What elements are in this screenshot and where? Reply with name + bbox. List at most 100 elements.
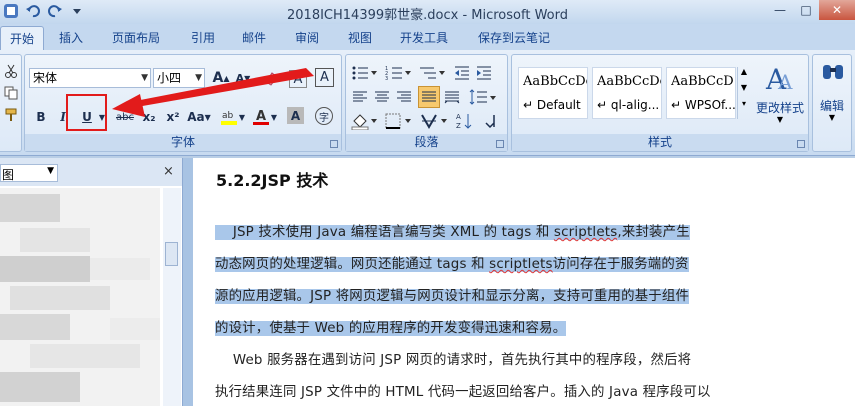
change-styles-button[interactable]: A A 更改样式 ▼ (752, 59, 808, 131)
grow-font-label: A (212, 70, 224, 86)
edit-label: 编辑 (819, 99, 844, 113)
shrink-font-label: A (235, 71, 245, 85)
nav-header: 图 ▼ × (0, 158, 182, 186)
maximize-icon[interactable]: □ (793, 0, 819, 20)
format-painter-icon[interactable] (1, 105, 21, 125)
bold-button[interactable]: B (31, 107, 51, 127)
paragraph-dialog-launcher-icon[interactable] (496, 140, 504, 148)
chevron-down-icon: ▼ (195, 73, 202, 83)
character-shading-button[interactable]: A (287, 107, 304, 124)
change-styles-label: 更改样式 (755, 101, 804, 115)
font-name-dropdown[interactable]: 宋体 ▼ (29, 68, 151, 88)
clear-format-icon[interactable] (261, 68, 281, 88)
bullets-icon[interactable] (350, 63, 378, 83)
phonetic-guide-button[interactable]: A (289, 70, 307, 88)
tab-insert[interactable]: 插入 (59, 29, 83, 46)
text-run: 动态网页的处理逻辑。网页还能通过 tags 和 (215, 257, 490, 272)
font-dialog-launcher-icon[interactable] (330, 140, 338, 148)
enclose-characters-button[interactable]: 字 (315, 107, 333, 125)
tab-page-layout[interactable]: 页面布局 (112, 29, 160, 46)
tab-review[interactable]: 审阅 (295, 29, 319, 46)
strikethrough-button[interactable]: abc (113, 107, 137, 127)
scrollbar-thumb[interactable] (165, 242, 178, 266)
font-size-dropdown[interactable]: 小四 ▼ (153, 68, 205, 88)
window-controls: — □ ✕ (767, 0, 855, 20)
character-border-label: A (320, 70, 329, 85)
tab-mailings[interactable]: 邮件 (242, 29, 266, 46)
text-run: 源的应用逻辑。JSP 将网页逻辑与网页设计和显示分离，支持可重用的基于组件 (215, 289, 690, 304)
superscript-button[interactable]: x² (163, 107, 183, 127)
numbering-icon[interactable]: 123 (384, 63, 412, 83)
document-page[interactable]: 5.2.2JSP 技术 JSP 技术使用 Java 编程语言编写类 XML 的 … (193, 158, 855, 406)
paragraph-line: JSP 技术使用 Java 编程语言编写类 XML 的 tags 和 scrip… (215, 220, 690, 240)
change-case-button[interactable]: Aa ▼ (187, 107, 211, 127)
font-name-value: 宋体 (33, 71, 58, 85)
binoculars-icon (823, 65, 843, 79)
chevron-down-icon: ▼ (828, 113, 836, 122)
change-styles-icon: A A (765, 63, 793, 95)
font-color-dropdown-icon[interactable]: ▼ (269, 107, 279, 127)
close-icon[interactable]: × (163, 164, 174, 179)
font-color-icon[interactable]: A (251, 107, 271, 127)
pane-splitter[interactable] (183, 158, 193, 406)
highlight-icon[interactable]: ab (219, 107, 239, 127)
more-styles-icon[interactable]: ▾ (738, 99, 750, 115)
ribbon: 宋体 ▼ 小四 ▼ A ▲ A ▼ A A B I U ▼ abc x₂ x² Aa ▼ … (0, 50, 855, 156)
text-run: 的设计，使基于 Web 的应用程序的开发变得迅速和容易。 (215, 321, 567, 336)
copy-icon[interactable] (1, 83, 21, 103)
sort-icon[interactable]: AZ (454, 111, 474, 131)
align-right-icon[interactable] (394, 87, 414, 107)
font-size-value: 小四 (157, 71, 182, 85)
svg-text:3: 3 (385, 76, 388, 81)
chevron-down-icon: ▼ (47, 166, 54, 176)
tab-view[interactable]: 视图 (348, 29, 372, 46)
tab-developer[interactable]: 开发工具 (400, 29, 448, 46)
style-ql-align[interactable]: AaBbCcDc ↵ ql-alig... (592, 67, 662, 119)
highlight-dropdown-icon[interactable]: ▼ (237, 107, 247, 127)
shrink-font-button[interactable]: A ▼ (233, 68, 253, 88)
close-icon[interactable]: ✕ (819, 0, 855, 20)
chevron-down-icon[interactable]: ▼ (738, 83, 750, 99)
style-default[interactable]: AaBbCcDc ↵ Default (518, 67, 588, 119)
phonetic-guide-label: A (293, 71, 303, 87)
styles-dialog-launcher-icon[interactable] (797, 140, 805, 148)
font-group-label: 字体 (25, 134, 341, 151)
nav-scrollbar[interactable] (163, 188, 181, 406)
style-preview: AaBbCcDc (523, 74, 587, 89)
grow-font-button[interactable]: A ▲ (211, 68, 231, 88)
tab-home[interactable]: 开始 (0, 26, 45, 50)
distribute-icon[interactable] (442, 87, 462, 107)
borders-icon[interactable] (384, 111, 412, 131)
style-preview: AaBbCcD (671, 74, 734, 89)
style-wpsoffice[interactable]: AaBbCcD ↵ WPSOf... (666, 67, 736, 119)
svg-text:ab: ab (222, 111, 234, 121)
line-spacing-icon[interactable] (468, 87, 498, 107)
nav-view-dropdown[interactable]: 图 ▼ (0, 164, 58, 182)
shading-icon[interactable] (350, 111, 378, 131)
increase-indent-icon[interactable] (474, 63, 494, 83)
title-bar: 2018ICH14399郭世豪.docx - Microsoft Word — … (0, 0, 855, 24)
asian-layout-icon[interactable] (420, 111, 448, 131)
text-run: JSP 技术使用 Java 编程语言编写类 XML 的 tags 和 (215, 225, 554, 240)
editing-group[interactable]: 编辑 ▼ (812, 54, 852, 152)
minimize-icon[interactable]: — (767, 0, 793, 20)
align-center-icon[interactable] (372, 87, 392, 107)
justify-icon[interactable] (418, 86, 440, 108)
tab-save-to-cloud-notes[interactable]: 保存到云笔记 (478, 29, 550, 46)
chevron-up-icon[interactable]: ▲ (738, 67, 750, 83)
styles-scroll: ▲ ▼ ▾ (737, 67, 750, 119)
enclose-characters-label: 字 (319, 112, 329, 124)
tab-references[interactable]: 引用 (191, 29, 215, 46)
cut-icon[interactable] (1, 61, 21, 81)
spellcheck-word: scriptlets (489, 257, 553, 272)
align-left-icon[interactable] (350, 87, 370, 107)
multilevel-list-icon[interactable] (418, 63, 446, 83)
paragraph-group: 123 A Z 段落 (345, 54, 508, 152)
ribbon-tabs: 开始 插入 页面布局 引用 邮件 审阅 视图 开发工具 保存到云笔记 (0, 24, 855, 50)
decrease-indent-icon[interactable] (452, 63, 472, 83)
subscript-button[interactable]: x₂ (139, 107, 159, 127)
show-marks-icon[interactable] (480, 111, 500, 131)
character-border-button[interactable]: A (315, 68, 334, 87)
svg-text:A: A (456, 113, 461, 121)
text-run: 访问存在于服务端的资 (552, 257, 689, 272)
